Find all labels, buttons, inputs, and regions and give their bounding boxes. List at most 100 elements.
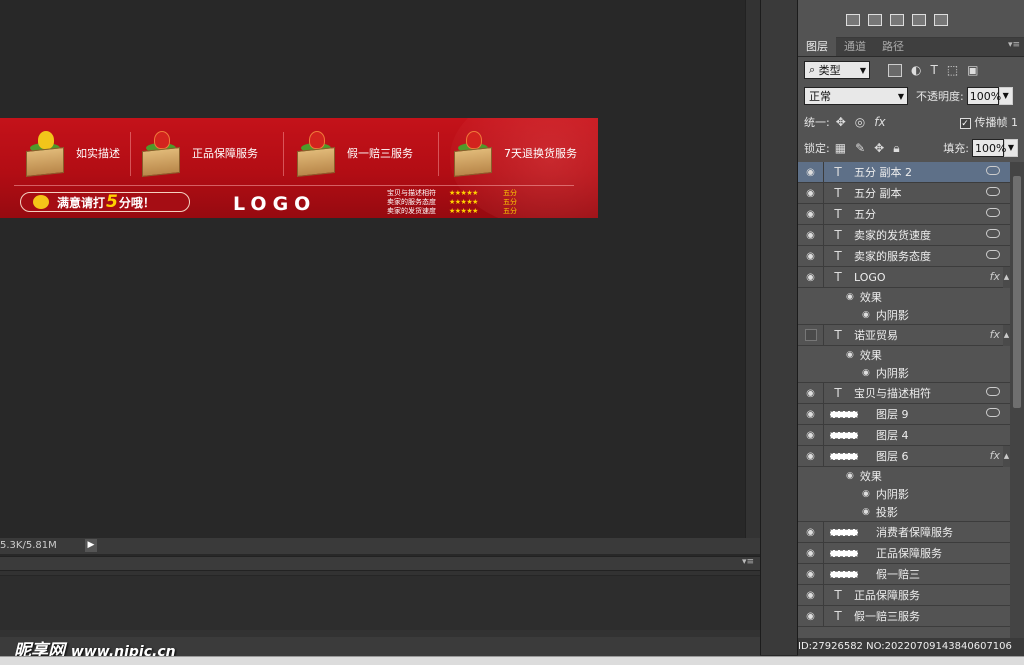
layer-row[interactable]: ◉ T LOGO fx ▲ — [798, 267, 1010, 288]
tab-layers[interactable]: 图层 — [798, 36, 836, 56]
effects-header[interactable]: ◉ 效果 — [798, 467, 1010, 485]
eye-icon[interactable]: ◉ — [798, 267, 824, 287]
layer-name: 假一赔三服务 — [854, 610, 920, 623]
filter-smart-object-icon[interactable]: ▣ — [967, 63, 978, 77]
eye-icon[interactable]: ◉ — [798, 446, 824, 466]
rating-score: 五分 — [503, 206, 517, 215]
eye-icon[interactable]: ◉ — [846, 471, 854, 481]
eye-icon[interactable]: ◉ — [798, 543, 824, 563]
eye-icon[interactable]: ◉ — [798, 383, 824, 403]
divider — [283, 132, 284, 176]
layer-row[interactable]: ◉ 假一赔三 — [798, 564, 1010, 585]
panel-menu-icon[interactable]: ▾≡ — [1008, 40, 1020, 50]
eye-icon[interactable]: ◉ — [798, 204, 824, 224]
chevron-down-icon: ▼ — [859, 65, 866, 75]
link-icon — [986, 387, 1000, 396]
eye-icon[interactable]: ◉ — [798, 564, 824, 584]
lock-position-icon[interactable]: ✥ — [874, 141, 884, 155]
eye-icon[interactable]: ◉ — [798, 162, 824, 182]
eye-icon[interactable]: ◉ — [798, 225, 824, 245]
eye-icon[interactable]: ◉ — [846, 350, 854, 360]
layer-row[interactable]: ◉ 图层 9 — [798, 404, 1010, 425]
tab-paths[interactable]: 路径 — [874, 36, 912, 56]
canvas-vertical-scrollbar[interactable] — [745, 0, 760, 540]
layer-row[interactable]: ◉ T 卖家的服务态度 — [798, 246, 1010, 267]
threshold-icon[interactable] — [868, 14, 882, 26]
layer-row[interactable]: ◉ T 五分 副本 — [798, 183, 1010, 204]
blend-mode-select[interactable]: 正常 ▼ — [804, 87, 908, 105]
timeline-track — [0, 575, 760, 630]
effects-header[interactable]: ◉ 效果 — [798, 288, 1010, 306]
link-icon — [986, 166, 1000, 175]
eye-icon[interactable]: ◉ — [798, 585, 824, 605]
layer-row[interactable]: ◉ 图层 6 fx ▲ — [798, 446, 1010, 467]
status-menu-arrow-icon[interactable]: ▶ — [85, 539, 97, 552]
layer-row[interactable]: ◉ T 五分 副本 2 — [798, 162, 1010, 183]
layer-row[interactable]: ◉ T 假一赔三服务 — [798, 606, 1010, 627]
unify-visibility-icon[interactable]: ◎ — [855, 115, 865, 129]
lock-transparency-icon[interactable]: ▦ — [835, 141, 846, 155]
layer-row[interactable]: ◉ 消费者保障服务 — [798, 522, 1010, 543]
filter-type-icon[interactable]: T — [930, 63, 937, 77]
effect-item[interactable]: ◉ 内阴影 — [798, 485, 1010, 503]
layer-row[interactable]: T 诺亚贸易 fx ▲ — [798, 325, 1010, 346]
eye-icon[interactable]: ◉ — [846, 292, 854, 302]
collapse-effects-icon[interactable]: ▲ — [1003, 267, 1010, 288]
opacity-value: 100% — [969, 89, 1002, 103]
collapse-effects-icon[interactable]: ▲ — [1003, 325, 1010, 346]
layer-name: 诺亚贸易 — [854, 329, 898, 342]
eye-icon[interactable]: ◉ — [862, 489, 870, 499]
filter-adjustment-icon[interactable]: ◐ — [911, 63, 921, 77]
fx-icon[interactable]: fx — [990, 449, 1000, 462]
scrollbar-thumb[interactable] — [1013, 176, 1021, 408]
tab-channels[interactable]: 通道 — [836, 36, 874, 56]
levels-icon[interactable] — [934, 14, 948, 26]
selective-color-icon[interactable] — [912, 14, 926, 26]
banner-divider-line — [14, 185, 574, 186]
eye-icon[interactable]: ◉ — [798, 606, 824, 626]
layers-scrollbar[interactable] — [1010, 162, 1024, 638]
propagate-checkbox[interactable]: ✓ 传播帧 1 — [959, 114, 1018, 130]
eye-icon[interactable]: ◉ — [798, 425, 824, 445]
eye-icon[interactable]: ◉ — [862, 368, 870, 378]
eye-icon[interactable]: ◉ — [798, 246, 824, 266]
text-layer-icon: T — [834, 328, 842, 342]
layer-row[interactable]: ◉ 图层 4 — [798, 425, 1010, 446]
lock-row: 锁定: ▦ ✎ ✥ 🔒︎ 填充: 100% ▼ — [798, 135, 1024, 161]
layer-row[interactable]: ◉ T 宝贝与描述相符 — [798, 383, 1010, 404]
fx-icon[interactable]: fx — [990, 270, 1000, 283]
opacity-input[interactable]: 100% — [966, 87, 1002, 105]
effect-item[interactable]: ◉ 投影 — [798, 503, 1010, 521]
opacity-label: 不透明度: — [916, 90, 964, 103]
eye-icon[interactable]: ◉ — [798, 404, 824, 424]
eye-icon[interactable]: ◉ — [798, 522, 824, 542]
layer-filter-select[interactable]: ⌕ 类型 ▼ — [804, 61, 870, 79]
unify-style-icon[interactable]: fx — [874, 115, 885, 129]
effects-header[interactable]: ◉ 效果 — [798, 346, 1010, 364]
fill-input[interactable]: 100% — [972, 139, 1006, 157]
eye-icon[interactable]: ◉ — [862, 310, 870, 320]
panel-menu-icon[interactable]: ▾≡ — [742, 557, 754, 567]
lock-all-icon[interactable]: 🔒︎ — [893, 141, 899, 156]
gradient-map-icon[interactable] — [890, 14, 904, 26]
visibility-toggle-empty[interactable] — [798, 325, 824, 345]
layer-row[interactable]: ◉ T 正品保障服务 — [798, 585, 1010, 606]
posterize-icon[interactable] — [846, 14, 860, 26]
collapse-effects-icon[interactable]: ▲ — [1003, 446, 1010, 467]
eye-icon[interactable]: ◉ — [862, 507, 870, 517]
filter-pixel-icon[interactable] — [888, 63, 902, 77]
layer-row[interactable]: ◉ T 卖家的发货速度 — [798, 225, 1010, 246]
lock-paint-icon[interactable]: ✎ — [855, 141, 865, 155]
document-canvas[interactable]: 如实描述 正品保障服务 假一赔三服务 7天退换货服务 满意请打 5 分哦！ LO… — [0, 0, 745, 540]
filter-shape-icon[interactable]: ⬚ — [947, 63, 958, 77]
service-item-3: 假一赔三服务 — [293, 126, 413, 180]
fx-icon[interactable]: fx — [990, 328, 1000, 341]
link-icon — [986, 187, 1000, 196]
layer-row[interactable]: ◉ T 五分 — [798, 204, 1010, 225]
unify-position-icon[interactable]: ✥ — [836, 115, 846, 129]
eye-icon[interactable]: ◉ — [798, 183, 824, 203]
effect-item[interactable]: ◉ 内阴影 — [798, 306, 1010, 324]
layer-row[interactable]: ◉ 正品保障服务 — [798, 543, 1010, 564]
layer-name: 图层 9 — [876, 408, 909, 421]
effect-item[interactable]: ◉ 内阴影 — [798, 364, 1010, 382]
